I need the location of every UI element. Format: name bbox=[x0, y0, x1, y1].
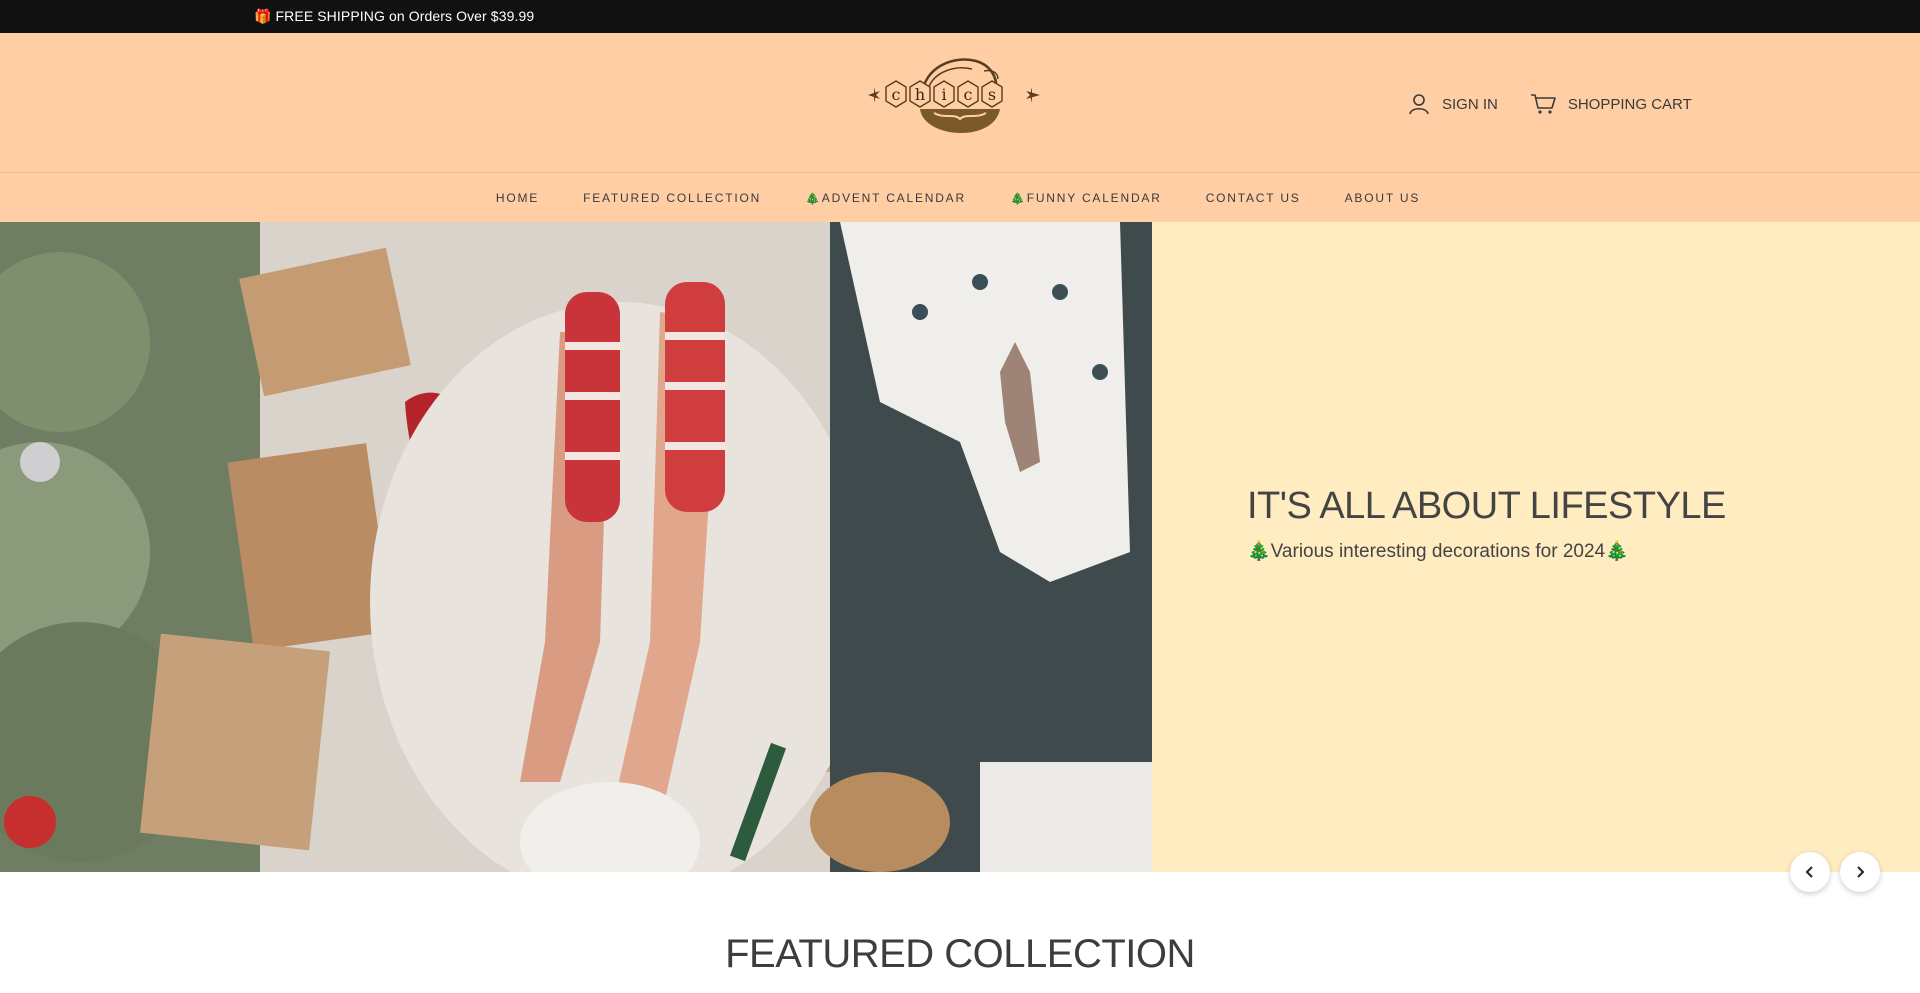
sign-in-link[interactable]: SIGN IN bbox=[1408, 93, 1498, 115]
hero-image bbox=[0, 222, 1152, 872]
cart-icon bbox=[1530, 93, 1556, 115]
logo-letter-i: i bbox=[941, 85, 946, 104]
logo-letter-h: h bbox=[915, 85, 925, 104]
slide-prev-button[interactable] bbox=[1790, 852, 1830, 892]
logo-image: c h i c s bbox=[868, 58, 1040, 134]
sign-in-label: SIGN IN bbox=[1442, 95, 1498, 113]
chevron-right-icon bbox=[1853, 865, 1867, 879]
shopping-cart-link[interactable]: SHOPPING CART bbox=[1530, 93, 1692, 115]
header-actions: SIGN IN SHOPPING CART bbox=[1408, 89, 1692, 119]
announcement-text: 🎁 FREE SHIPPING on Orders Over $39.99 bbox=[254, 8, 535, 24]
hero-title: IT'S ALL ABOUT LIFESTYLE bbox=[1247, 485, 1726, 527]
user-icon bbox=[1408, 93, 1430, 115]
nav-item-featured-collection[interactable]: FEATURED COLLECTION bbox=[583, 191, 761, 205]
logo-letter-s: s bbox=[988, 85, 996, 104]
nav-item-home[interactable]: HOME bbox=[496, 191, 539, 205]
announcement-bar: 🎁 FREE SHIPPING on Orders Over $39.99 bbox=[0, 0, 1920, 33]
site-header: c h i c s SIGN IN SHOPPING CART bbox=[0, 33, 1920, 173]
hero-slideshow: IT'S ALL ABOUT LIFESTYLE 🎄Various intere… bbox=[0, 222, 1920, 872]
nav-item-funny-calendar[interactable]: 🎄FUNNY CALENDAR bbox=[1010, 191, 1162, 205]
hero-copy: IT'S ALL ABOUT LIFESTYLE 🎄Various intere… bbox=[1247, 484, 1847, 564]
nav-item-advent-calendar[interactable]: 🎄ADVENT CALENDAR bbox=[805, 191, 966, 205]
chevron-left-icon bbox=[1803, 865, 1817, 879]
hero-subtitle: 🎄Various interesting decorations for 202… bbox=[1247, 541, 1629, 562]
logo-letter-c2: c bbox=[964, 85, 973, 104]
nav-item-contact-us[interactable]: CONTACT US bbox=[1206, 191, 1301, 205]
shopping-cart-label: SHOPPING CART bbox=[1567, 95, 1692, 113]
nav-item-about-us[interactable]: ABOUT US bbox=[1345, 191, 1421, 205]
logo-letter-c: c bbox=[892, 85, 901, 104]
logo[interactable]: c h i c s bbox=[864, 47, 1054, 149]
main-nav: HOME FEATURED COLLECTION 🎄ADVENT CALENDA… bbox=[0, 173, 1920, 222]
featured-collection-title: FEATURED COLLECTION bbox=[725, 932, 1195, 976]
slide-next-button[interactable] bbox=[1840, 852, 1880, 892]
